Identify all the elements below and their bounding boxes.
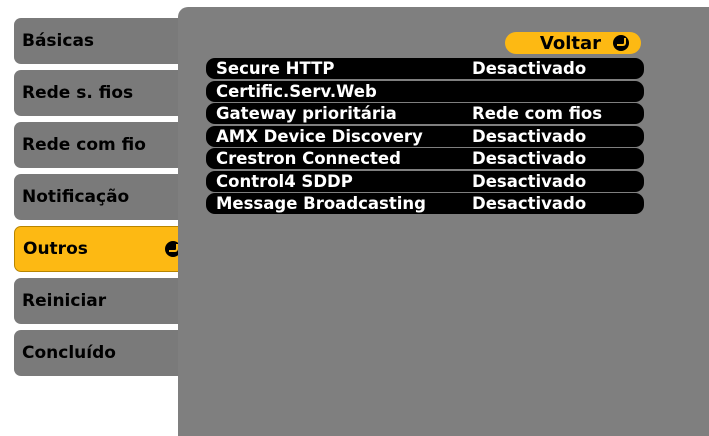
settings-panel: Voltar Secure HTTP Desactivado Certific.… xyxy=(178,7,709,436)
menu-tab-concluido[interactable]: Concluído xyxy=(14,330,186,376)
enter-icon xyxy=(613,35,629,51)
setting-row-message-broadcasting[interactable]: Message Broadcasting Desactivado xyxy=(206,193,644,214)
setting-row-amx-device-discovery[interactable]: AMX Device Discovery Desactivado xyxy=(206,125,644,147)
setting-row-certificado-servidor-web[interactable]: Certific.Serv.Web xyxy=(206,80,644,102)
setting-label: Message Broadcasting xyxy=(216,194,426,213)
menu-tab-rede-sem-fios[interactable]: Rede s. fios xyxy=(14,70,186,116)
back-button-label: Voltar xyxy=(539,32,601,54)
setting-label: Crestron Connected xyxy=(216,149,401,168)
setting-value: Desactivado xyxy=(472,59,587,78)
menu-tab-label: Concluído xyxy=(22,343,116,363)
settings-list: Secure HTTP Desactivado Certific.Serv.We… xyxy=(206,58,644,216)
menu-tab-notificacao[interactable]: Notificação xyxy=(14,174,186,220)
menu-tab-reiniciar[interactable]: Reiniciar xyxy=(14,278,186,324)
menu-tab-label: Outros xyxy=(23,239,88,259)
back-button[interactable]: Voltar xyxy=(505,32,641,54)
menu-tab-label: Rede com fio xyxy=(22,135,146,155)
setting-row-secure-http[interactable]: Secure HTTP Desactivado xyxy=(206,58,644,79)
setting-value: Desactivado xyxy=(472,171,587,191)
menu-tab-outros[interactable]: Outros xyxy=(14,226,192,272)
menu-tab-label: Rede s. fios xyxy=(22,83,134,103)
menu-tab-label: Reiniciar xyxy=(22,291,107,311)
setting-value: Desactivado xyxy=(472,194,587,213)
setting-label: Control4 SDDP xyxy=(216,171,353,191)
setting-label: Secure HTTP xyxy=(216,59,335,78)
setting-label: AMX Device Discovery xyxy=(216,126,423,146)
setting-value: Desactivado xyxy=(472,126,587,146)
setting-label: Certific.Serv.Web xyxy=(216,81,377,101)
menu-tab-basicas[interactable]: Básicas xyxy=(14,18,186,64)
setting-value: Rede com fios xyxy=(472,104,603,123)
setting-row-control4-sddp[interactable]: Control4 SDDP Desactivado xyxy=(206,170,644,192)
menu-tab-label: Notificação xyxy=(22,187,130,207)
menu-tab-label: Básicas xyxy=(22,31,95,51)
setting-row-gateway-prioritaria[interactable]: Gateway prioritária Rede com fios xyxy=(206,103,644,124)
setting-row-crestron-connected[interactable]: Crestron Connected Desactivado xyxy=(206,148,644,169)
setting-label: Gateway prioritária xyxy=(216,104,397,123)
menu-tab-rede-com-fio[interactable]: Rede com fio xyxy=(14,122,186,168)
setting-value: Desactivado xyxy=(472,149,587,168)
